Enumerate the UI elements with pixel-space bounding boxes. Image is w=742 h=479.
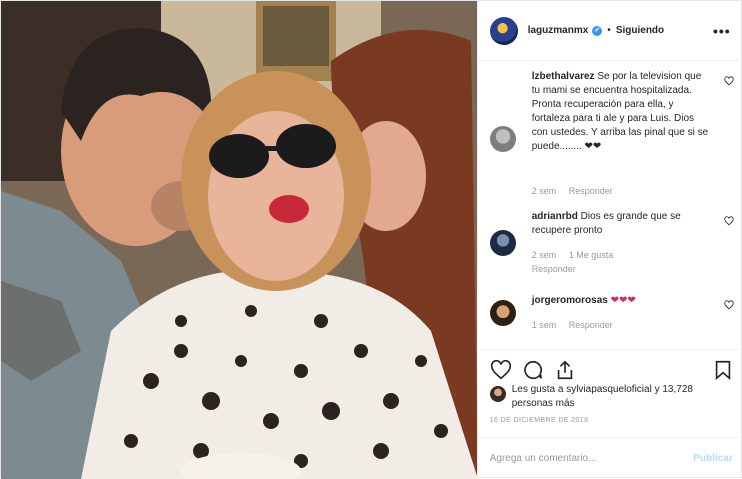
commenter-avatar[interactable] [489,230,516,256]
add-comment-bar: Agrega un comentario... Publicar [477,437,742,479]
share-icon[interactable] [554,359,576,381]
like-heart-icon[interactable] [490,359,512,381]
post-side-panel: laguzmanmx ✔ • Siguiendo ••• lzbethalvar… [476,1,742,479]
comment-username[interactable]: lzbethalvarez [532,71,595,82]
instagram-post: laguzmanmx ✔ • Siguiendo ••• lzbethalvar… [0,0,742,479]
comment-text: ❤❤❤ [610,295,636,306]
post-date[interactable]: 16 DE DICIEMBRE DE 2018 [490,417,589,424]
like-comment-heart-icon[interactable] [724,300,734,310]
post-header: laguzmanmx ✔ • Siguiendo ••• [477,1,742,61]
liker-avatar[interactable] [489,386,506,402]
comment-bubble-icon[interactable] [522,359,544,381]
comment-time: 2 sem [531,186,557,196]
verified-badge-icon: ✔ [592,25,603,36]
post-photo[interactable] [1,1,477,479]
author-avatar[interactable] [489,16,518,45]
author-username[interactable]: laguzmanmx [528,25,589,36]
follow-button[interactable]: Siguiendo [616,25,664,36]
comment-time: 1 sem [531,320,557,330]
comment-meta: 2 sem 1 Me gusta [532,250,624,260]
comment-reply-button[interactable]: Responder [532,264,576,274]
commenter-avatar[interactable] [489,300,516,326]
header-separator: • [607,25,611,36]
likes-text[interactable]: Les gusta a sylviapasqueloficial y 13,72… [512,383,732,411]
comment-meta-row2: Responder [532,264,586,274]
comment-reply-button[interactable]: Responder [569,186,613,196]
comment-meta: 2 sem Responder [532,186,623,196]
comment-body: lzbethalvarez Se por la television que t… [532,70,712,154]
comment-item: jorgeromorosas ❤❤❤ 1 sem Responder [489,294,734,344]
comment-time: 2 sem [531,250,557,260]
photo-illustration [1,1,477,479]
comment-reply-button[interactable]: Responder [569,320,613,330]
commenter-avatar[interactable] [489,126,516,152]
add-comment-input[interactable]: Agrega un comentario... [490,453,597,464]
bookmark-icon[interactable] [712,359,734,381]
publish-button[interactable]: Publicar [693,453,732,464]
comment-body: adrianrbd Dios es grande que se recupere… [532,210,712,238]
more-options-icon[interactable]: ••• [713,23,731,39]
comment-item: adrianrbd Dios es grande que se recupere… [489,210,734,280]
like-comment-heart-icon[interactable] [724,76,734,86]
like-comment-heart-icon[interactable] [724,216,734,226]
comment-username[interactable]: adrianrbd [532,211,578,222]
comment-item: lzbethalvarez Se por la television que t… [489,70,734,200]
comment-body: jorgeromorosas ❤❤❤ [532,294,712,308]
comment-text: Se por la television que tu mami se encu… [531,71,709,152]
comment-username[interactable]: jorgeromorosas [532,295,608,306]
comment-meta: 1 sem Responder [532,320,623,330]
comment-likes[interactable]: 1 Me gusta [569,250,614,260]
comments-list[interactable]: lzbethalvarez Se por la television que t… [478,62,742,354]
likes-summary: Les gusta a sylviapasqueloficial y 13,72… [489,383,735,413]
